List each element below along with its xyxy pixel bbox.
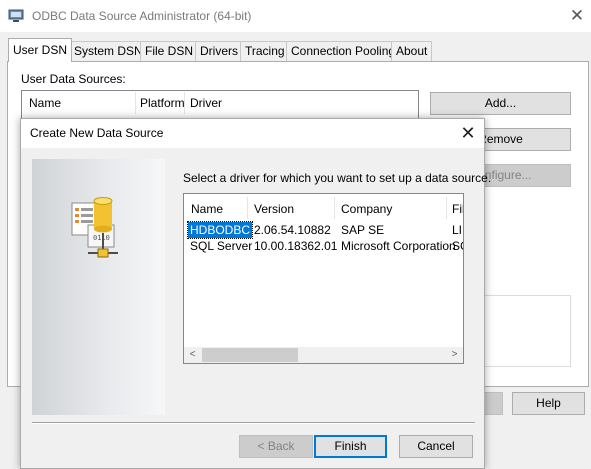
driver-file[interactable]: LI [452,222,462,238]
column-header-name[interactable]: Name [29,96,61,110]
column-separator [446,197,447,219]
tab-user-dsn[interactable]: User DSN [8,38,73,62]
column-separator [334,197,335,219]
scroll-left-icon[interactable]: < [184,347,201,363]
cancel-button[interactable]: Cancel [399,435,473,458]
create-new-data-source-dialog: Create New Data Source ✕ 0110 Select a d… [20,118,491,469]
wizard-image: 0110 [32,159,165,415]
driver-version[interactable]: 2.06.54.10882 [254,222,331,238]
column-header-driver[interactable]: Driver [190,96,222,110]
driver-company[interactable]: SAP SE [341,222,384,238]
driver-name[interactable]: HDBODBC [186,221,254,239]
driver-company[interactable]: Microsoft Corporation [341,238,456,254]
tab-drivers[interactable]: Drivers [195,41,243,61]
tab-tracing[interactable]: Tracing [240,41,290,61]
scrollbar-thumb[interactable] [202,348,298,362]
title-bar: ODBC Data Source Administrator (64-bit) … [0,0,591,32]
driver-list[interactable]: Name Version Company Fil HDBODBC 2.06.54… [183,193,464,364]
driver-prompt: Select a driver for which you want to se… [183,171,492,185]
finish-button[interactable]: Finish [314,435,387,458]
column-separator [135,92,136,114]
column-header-company[interactable]: Company [341,202,392,216]
close-icon[interactable]: ✕ [457,122,479,144]
dialog-title-bar: Create New Data Source ✕ [21,119,484,148]
tab-system-dsn[interactable]: System DSN [69,41,148,61]
driver-name[interactable]: SQL Server [190,238,252,254]
window-title: ODBC Data Source Administrator (64-bit) [32,9,252,23]
close-icon[interactable]: ✕ [566,6,588,26]
scroll-right-icon[interactable]: > [446,347,463,363]
driver-version[interactable]: 10.00.18362.01 [254,238,337,254]
odbc-app-icon [8,9,24,22]
user-data-sources-label: User Data Sources: [21,72,126,86]
horizontal-scrollbar[interactable]: < > [184,347,463,363]
database-icon: 0110 [71,197,118,258]
column-separator [184,92,185,114]
column-header-platform[interactable]: Platform [140,96,185,110]
tab-file-dsn[interactable]: File DSN [140,41,199,61]
column-header-name[interactable]: Name [191,202,223,216]
driver-file[interactable]: SC [452,238,463,254]
tab-about[interactable]: About [391,41,433,61]
column-header-file[interactable]: Fil [452,202,463,216]
tab-connection-pooling[interactable]: Connection Pooling [286,41,401,61]
back-button[interactable]: < Back [239,435,313,458]
column-header-version[interactable]: Version [254,202,294,216]
dialog-title: Create New Data Source [30,126,164,140]
svg-text:0110: 0110 [93,234,110,242]
column-separator [247,197,248,219]
add-button[interactable]: Add... [430,92,571,115]
help-button[interactable]: Help [512,392,585,415]
divider [32,423,475,424]
